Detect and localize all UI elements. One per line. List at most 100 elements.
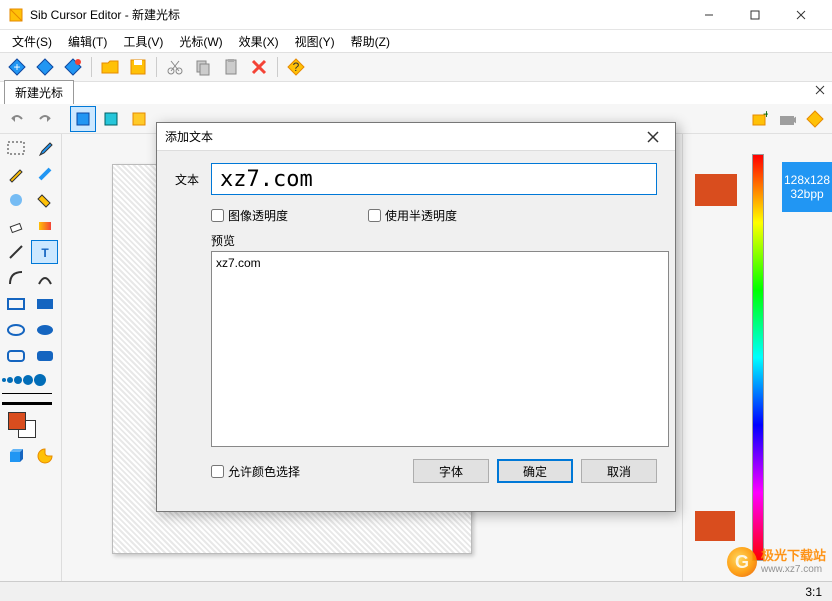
checkbox-transparency[interactable]: 图像透明度 [211, 207, 288, 224]
watermark-icon: G [727, 547, 757, 577]
app-icon [8, 7, 24, 23]
svg-text:?: ? [293, 60, 300, 74]
checkbox-transparency-input[interactable] [211, 209, 224, 222]
window-title: Sib Cursor Editor - 新建光标 [30, 6, 686, 23]
svg-text:+: + [13, 60, 20, 74]
checkbox-semi-input[interactable] [368, 209, 381, 222]
document-tabbar: 新建光标 [0, 82, 832, 104]
copy-button[interactable] [190, 54, 216, 80]
text-field-label: 文本 [175, 171, 211, 188]
delete-button[interactable] [246, 54, 272, 80]
eraser-tool[interactable] [2, 214, 29, 238]
right-panel: 128x128 32bpp [682, 134, 832, 581]
menu-cursor[interactable]: 光标(W) [171, 31, 230, 52]
gradient-tool[interactable] [31, 214, 58, 238]
ok-button[interactable]: 确定 [497, 459, 573, 483]
checkbox-allow-color[interactable]: 允许颜色选择 [211, 463, 300, 480]
menu-view[interactable]: 视图(Y) [287, 31, 343, 52]
color-strip[interactable] [752, 154, 764, 561]
menu-file[interactable]: 文件(S) [4, 31, 60, 52]
roundrect-fill-tool[interactable] [31, 344, 58, 368]
preview-text: xz7.com [216, 256, 261, 270]
roundrect-outline-tool[interactable] [2, 344, 29, 368]
palette-tool[interactable] [31, 444, 58, 468]
svg-text:T: T [41, 246, 49, 260]
text-tool[interactable]: T [31, 240, 58, 264]
brush-tool[interactable] [31, 162, 58, 186]
text-input[interactable] [211, 163, 657, 195]
dialog-close-button[interactable] [639, 126, 667, 148]
checkbox-semi-label: 使用半透明度 [385, 207, 457, 224]
status-bar: 3:1 [0, 581, 832, 601]
marquee-tool[interactable] [2, 136, 29, 160]
tab-active[interactable]: 新建光标 [4, 80, 74, 104]
layer2-button[interactable] [98, 106, 124, 132]
preview-label: 预览 [175, 232, 657, 249]
checkbox-allow-color-input[interactable] [211, 465, 224, 478]
tool-palette: T [0, 134, 62, 581]
fill-tool[interactable] [31, 188, 58, 212]
line-width-selector-2[interactable] [2, 400, 59, 406]
rect-outline-tool[interactable] [2, 292, 29, 316]
preview-thumb [695, 174, 737, 206]
tab-close-icon[interactable] [814, 84, 826, 99]
line-tool[interactable] [2, 240, 29, 264]
pencil-tool[interactable] [2, 162, 29, 186]
color-fg-bg[interactable] [2, 412, 59, 438]
airbrush-tool[interactable] [2, 188, 29, 212]
new-cursor-button[interactable] [32, 54, 58, 80]
checkbox-transparency-label: 图像透明度 [228, 207, 288, 224]
cut-button[interactable] [162, 54, 188, 80]
add-text-dialog: 添加文本 文本 图像透明度 使用半透明度 预览 xz7.com 允许颜色选择 [156, 122, 676, 512]
rect-fill-tool[interactable] [31, 292, 58, 316]
help2-button[interactable] [802, 106, 828, 132]
maximize-button[interactable] [732, 0, 778, 30]
close-button[interactable] [778, 0, 824, 30]
menu-bar: 文件(S) 编辑(T) 工具(V) 光标(W) 效果(X) 视图(Y) 帮助(Z… [0, 30, 832, 52]
dialog-titlebar[interactable]: 添加文本 [157, 123, 675, 151]
size-selector[interactable] [2, 374, 59, 386]
menu-effects[interactable]: 效果(X) [231, 31, 287, 52]
preview-thumb-2 [695, 511, 735, 541]
cube-tool[interactable] [2, 444, 29, 468]
camera-button[interactable] [774, 106, 800, 132]
format-badge[interactable]: 128x128 32bpp [782, 162, 832, 212]
paste-button[interactable] [218, 54, 244, 80]
undo-button[interactable] [4, 106, 30, 132]
svg-text:+: + [763, 110, 768, 121]
watermark: G 极光下载站 www.xz7.com [727, 547, 826, 577]
ellipse-outline-tool[interactable] [2, 318, 29, 342]
window-titlebar: Sib Cursor Editor - 新建光标 [0, 0, 832, 30]
watermark-name: 极光下载站 [761, 549, 826, 563]
new-button[interactable]: + [4, 54, 30, 80]
redo-button[interactable] [32, 106, 58, 132]
ellipse-fill-tool[interactable] [31, 318, 58, 342]
eyedropper-tool[interactable] [31, 136, 58, 160]
dialog-title: 添加文本 [165, 128, 639, 145]
open-button[interactable] [97, 54, 123, 80]
zoom-label: 3:1 [805, 585, 822, 599]
import-button[interactable]: + [746, 106, 772, 132]
new-lib-button[interactable] [60, 54, 86, 80]
layer3-button[interactable] [126, 106, 152, 132]
line-width-selector[interactable] [2, 390, 59, 396]
layer1-button[interactable] [70, 106, 96, 132]
arc-tool[interactable] [31, 266, 58, 290]
menu-edit[interactable]: 编辑(T) [60, 31, 115, 52]
format-size: 128x128 [784, 173, 830, 187]
foreground-color[interactable] [8, 412, 26, 430]
menu-tools[interactable]: 工具(V) [115, 31, 171, 52]
main-toolbar: + ? [0, 52, 832, 82]
menu-help[interactable]: 帮助(Z) [343, 31, 398, 52]
checkbox-allow-color-label: 允许颜色选择 [228, 463, 300, 480]
curve-tool[interactable] [2, 266, 29, 290]
preview-box: xz7.com [211, 251, 669, 447]
format-depth: 32bpp [790, 187, 823, 201]
save-button[interactable] [125, 54, 151, 80]
watermark-url: www.xz7.com [761, 564, 826, 575]
font-button[interactable]: 字体 [413, 459, 489, 483]
checkbox-semi[interactable]: 使用半透明度 [368, 207, 457, 224]
help-button[interactable]: ? [283, 54, 309, 80]
cancel-button[interactable]: 取消 [581, 459, 657, 483]
minimize-button[interactable] [686, 0, 732, 30]
